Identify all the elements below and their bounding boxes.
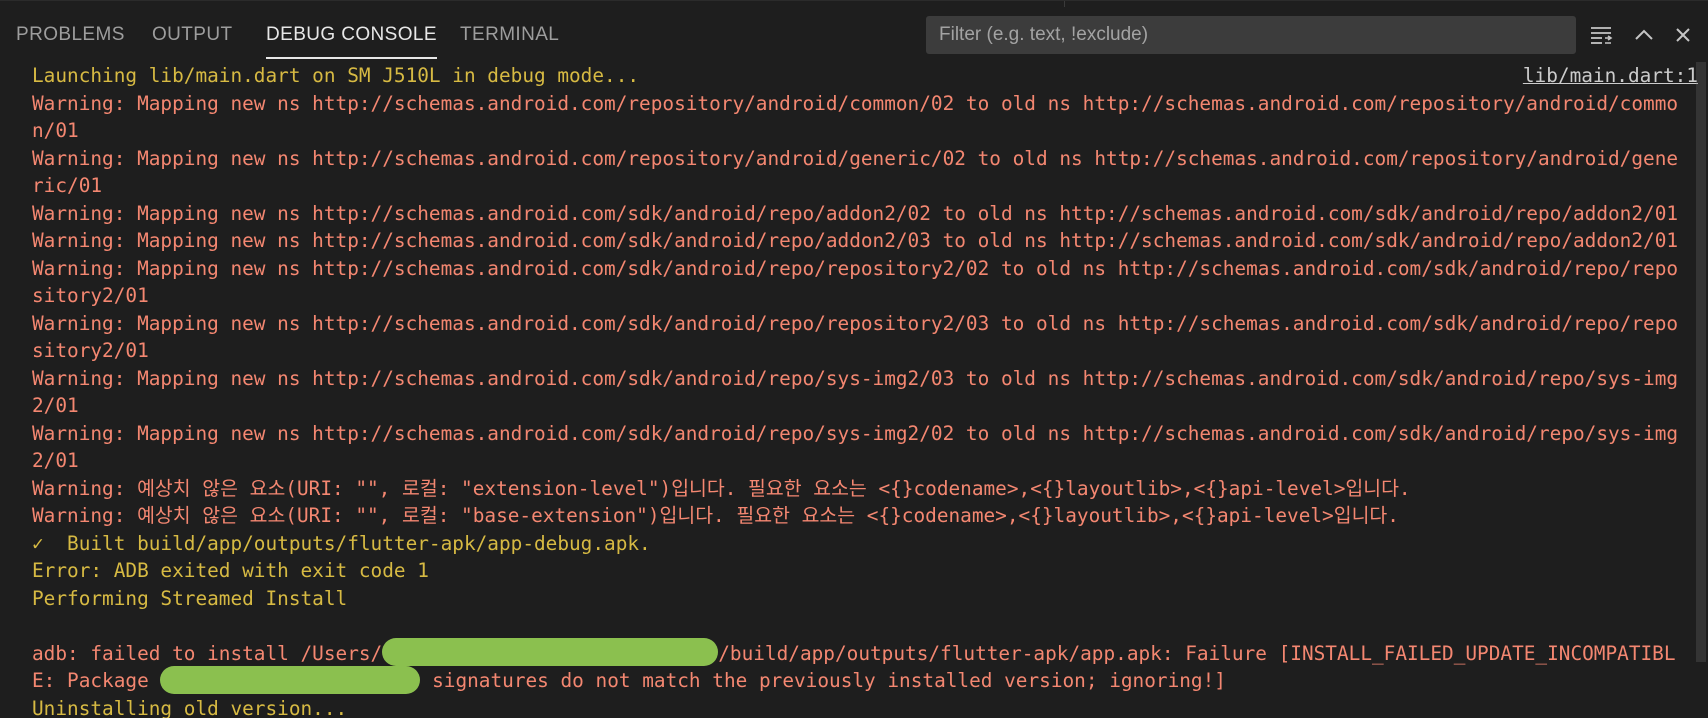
debug-console-output: lib/main.dart:1 Launching lib/main.dart … — [0, 62, 1708, 718]
console-line: Warning: Mapping new ns http://schemas.a… — [32, 256, 1679, 280]
console-line: Warning: 예상치 않은 요소(URI: "", 로컬: "extensi… — [32, 476, 1411, 500]
tab-debug-console[interactable]: DEBUG CONSOLE — [266, 24, 437, 59]
console-line: Warning: 예상치 않은 요소(URI: "", 로컬: "base-ex… — [32, 504, 1399, 527]
close-panel-button[interactable] — [1668, 20, 1698, 50]
console-line: Uninstalling old version... — [32, 696, 348, 718]
panel-top-border — [0, 0, 1708, 7]
console-line: Performing Streamed Install — [32, 586, 348, 610]
console-line-segment: adb: failed to install /Users/ — [32, 641, 383, 665]
tab-output[interactable]: OUTPUT — [152, 24, 233, 46]
console-scrollbar[interactable] — [1694, 62, 1708, 662]
console-line: sitory2/01 — [32, 284, 149, 307]
console-line: Warning: Mapping new ns http://schemas.a… — [32, 421, 1679, 445]
tab-debug-console-label: DEBUG CONSOLE — [266, 24, 437, 45]
word-wrap-button[interactable] — [1586, 20, 1616, 50]
filter-input[interactable] — [927, 17, 1575, 53]
console-line: Warning: Mapping new ns http://schemas.a… — [32, 311, 1679, 335]
close-icon — [1676, 28, 1690, 42]
panel-tabs: PROBLEMS OUTPUT DEBUG CONSOLE TERMINAL — [0, 14, 800, 59]
scrollbar-thumb[interactable] — [1696, 62, 1706, 662]
console-line: Warning: Mapping new ns http://schemas.a… — [32, 201, 1679, 225]
maximize-panel-button[interactable] — [1629, 20, 1659, 50]
filter-box — [926, 16, 1576, 54]
console-line: 2/01 — [32, 449, 79, 472]
console-line: ric/01 — [32, 174, 103, 197]
source-link[interactable]: lib/main.dart:1 — [1523, 62, 1698, 90]
console-line: sitory2/01 — [32, 339, 149, 362]
tab-problems[interactable]: PROBLEMS — [16, 24, 125, 46]
redacted-username — [382, 638, 719, 666]
console-line: 2/01 — [32, 394, 79, 417]
console-line: adb: failed to install /Users/ /build/app… — [32, 638, 1676, 669]
panel-divider-mark — [1064, 1, 1065, 7]
redacted-package-name — [160, 665, 421, 694]
console-line: n/01 — [32, 119, 79, 142]
tab-terminal[interactable]: TERMINAL — [460, 24, 559, 46]
console-line-segment: signatures do not match the previously i… — [420, 669, 1226, 692]
console-line: ✓ Built build/app/outputs/flutter-apk/ap… — [32, 531, 651, 555]
console-line-segment: E: Package — [32, 669, 161, 692]
console-line: Warning: Mapping new ns http://schemas.a… — [32, 366, 1679, 390]
console-line: Warning: Mapping new ns http://schemas.a… — [32, 229, 1679, 252]
console-line: Error: ADB exited with exit code 1 — [32, 559, 429, 582]
console-line: E: Package signatures do not match the p… — [32, 665, 1226, 696]
console-line-segment: /build/app/outputs/flutter-apk/app.apk: … — [718, 641, 1676, 665]
chevron-up-icon — [1635, 29, 1653, 40]
console-line: Launching lib/main.dart on SM J510L in d… — [32, 64, 640, 87]
console-line: Warning: Mapping new ns http://schemas.a… — [32, 91, 1679, 115]
active-tab-indicator — [266, 57, 437, 59]
word-wrap-icon — [1591, 27, 1613, 44]
console-line: Warning: Mapping new ns http://schemas.a… — [32, 146, 1679, 170]
